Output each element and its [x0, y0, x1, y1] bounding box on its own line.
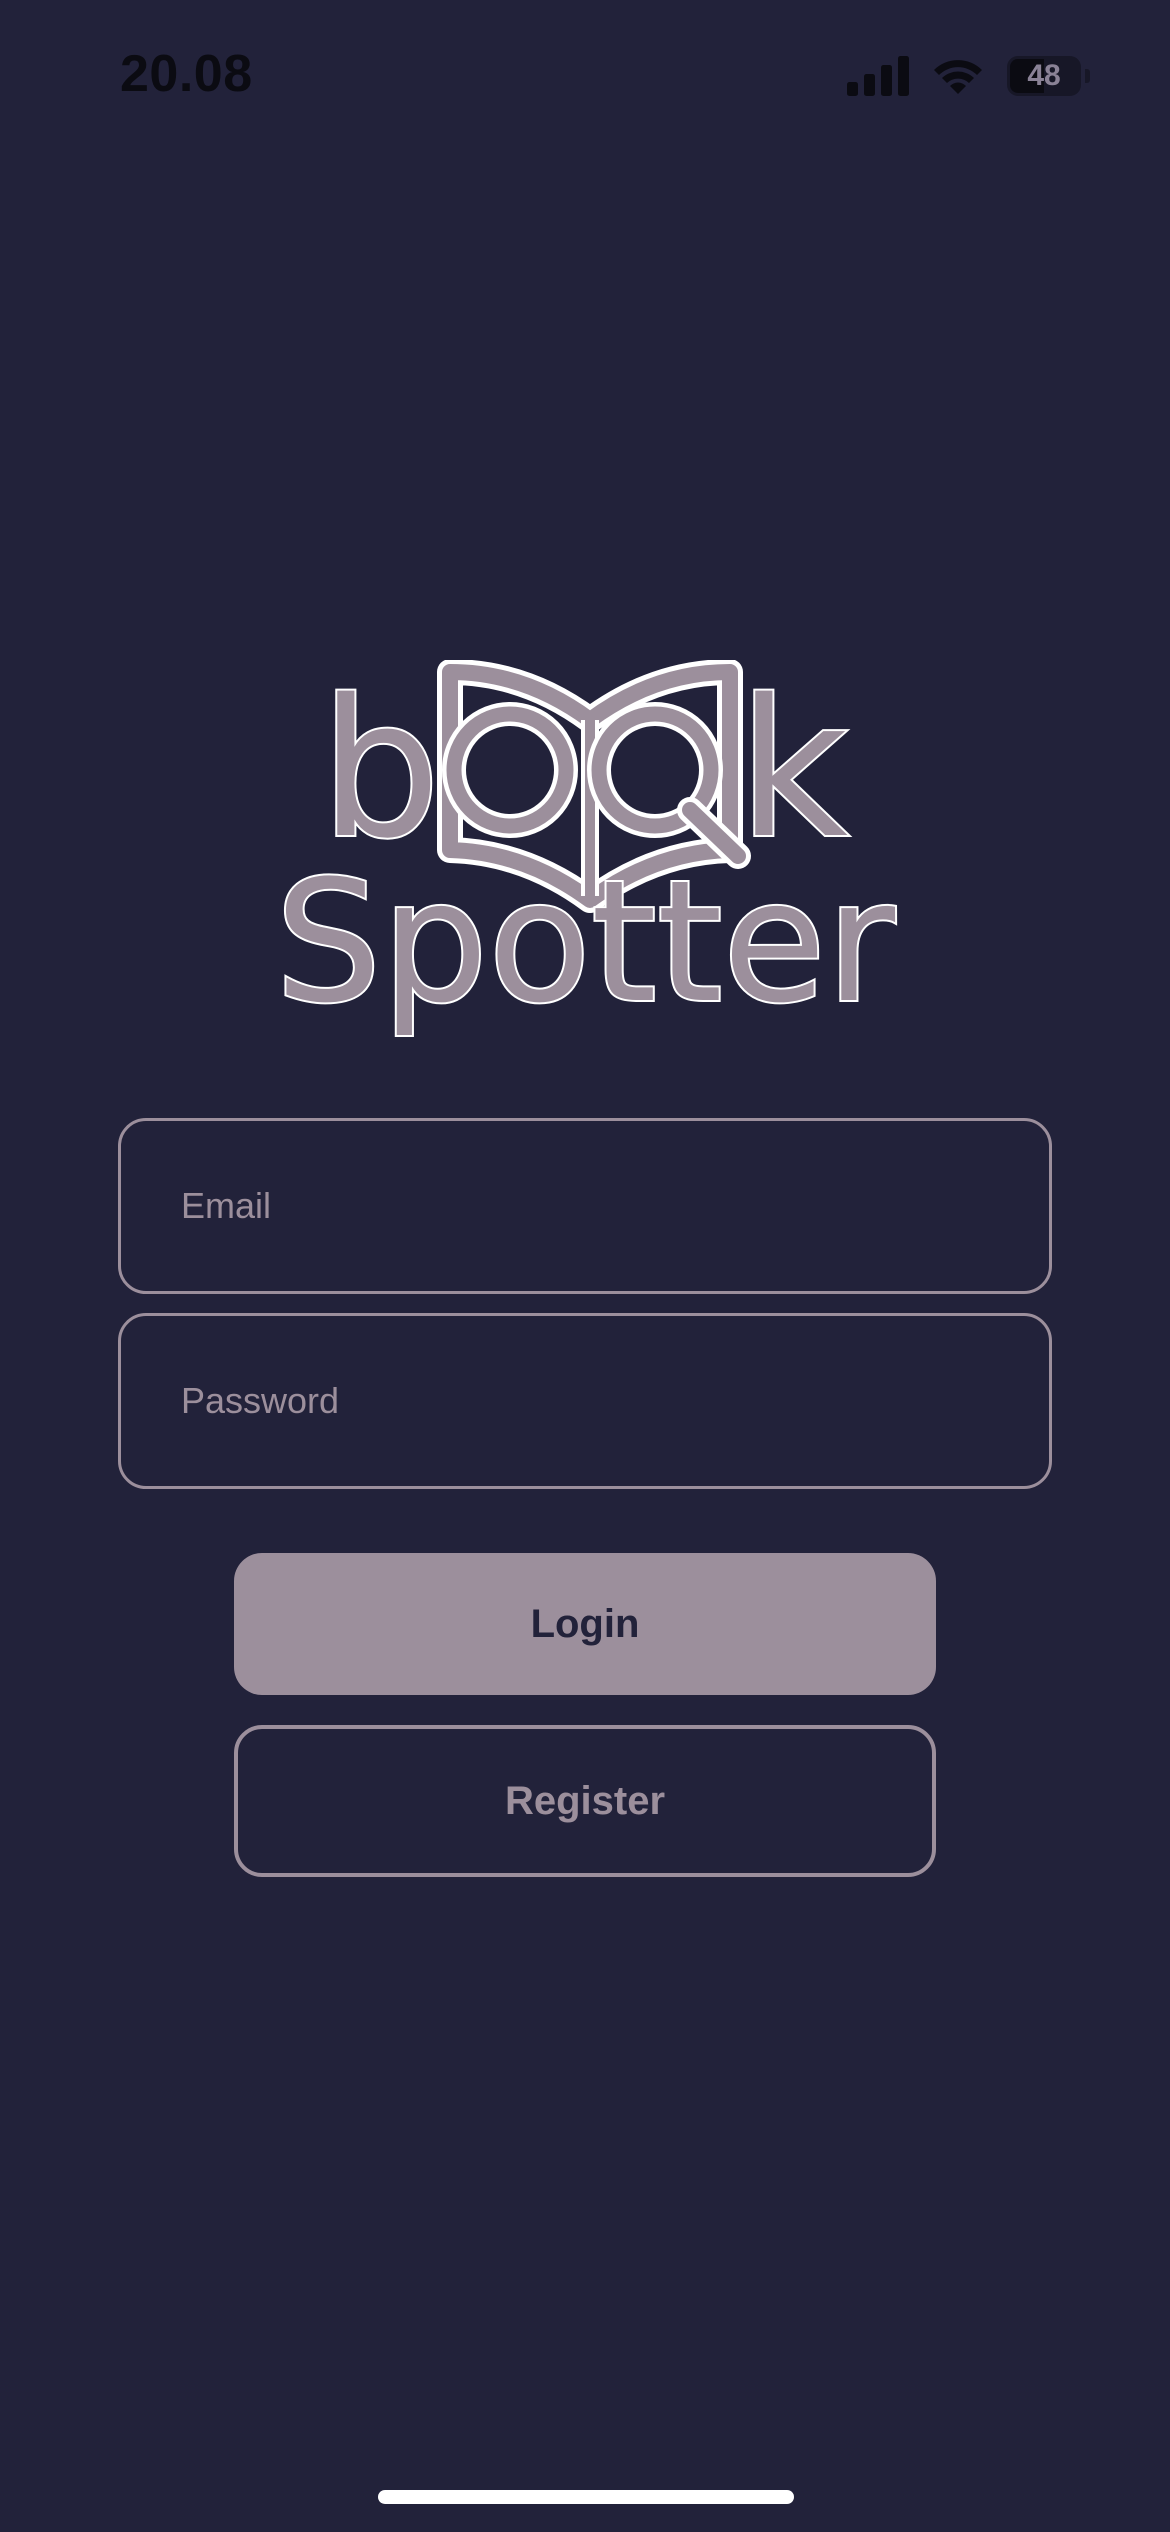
book-spotter-logo: .lt { font-family: "DejaVu Sans", sans-s… — [273, 660, 898, 1042]
email-input[interactable] — [121, 1121, 1049, 1291]
status-bar: 20.08 48 — [0, 0, 1170, 150]
battery-cap — [1085, 69, 1090, 83]
login-button[interactable]: Login — [234, 1553, 936, 1695]
home-indicator[interactable] — [378, 2490, 794, 2504]
wifi-icon — [934, 60, 982, 94]
status-time: 20.08 — [120, 45, 253, 103]
email-field[interactable] — [118, 1118, 1052, 1294]
password-input[interactable] — [121, 1316, 1049, 1486]
password-field[interactable] — [118, 1313, 1052, 1489]
battery-level: 48 — [1027, 59, 1061, 92]
logo-wordmark: Spotter — [275, 844, 896, 1040]
battery-icon: 48 — [1007, 56, 1081, 96]
status-icons: 48 — [847, 56, 1090, 96]
signal-icon — [847, 56, 909, 96]
register-button[interactable]: Register — [234, 1725, 936, 1877]
